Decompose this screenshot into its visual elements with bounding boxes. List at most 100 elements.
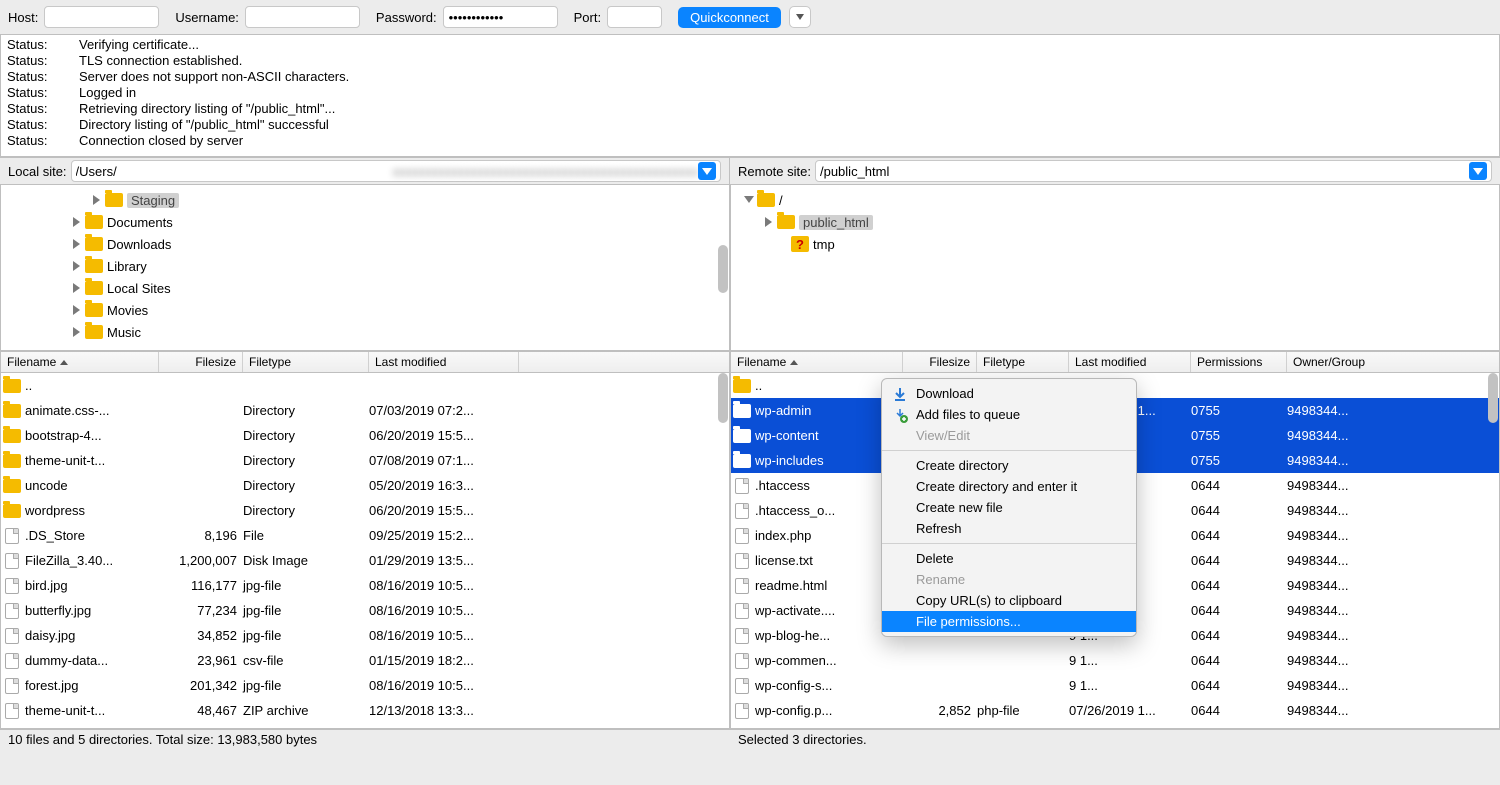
file-row[interactable]: wp-config-s...9 1...06449498344... bbox=[731, 673, 1499, 698]
remote-site-input[interactable] bbox=[820, 162, 1469, 180]
context-menu[interactable]: DownloadAdd files to queueView/EditCreat… bbox=[881, 378, 1137, 637]
message-log[interactable]: Status:Verifying certificate...Status:TL… bbox=[0, 35, 1500, 157]
disclosure-icon[interactable] bbox=[71, 216, 83, 228]
menu-item[interactable]: Download bbox=[882, 383, 1136, 404]
file-row[interactable]: wp-cron.php3,847php-file07/26/2019 1...0… bbox=[731, 723, 1499, 729]
tree-item[interactable]: Documents bbox=[1, 211, 729, 233]
menu-item[interactable]: Create new file bbox=[882, 497, 1136, 518]
disclosure-icon[interactable] bbox=[71, 238, 83, 250]
file-row[interactable]: .DS_Store8,196File09/25/2019 15:2... bbox=[1, 523, 729, 548]
tree-item[interactable]: Music bbox=[1, 321, 729, 343]
port-label: Port: bbox=[574, 10, 601, 25]
disclosure-icon[interactable] bbox=[763, 216, 775, 228]
file-row[interactable]: daisy.jpg34,852jpg-file08/16/2019 10:5..… bbox=[1, 623, 729, 648]
file-row[interactable]: butterfly.jpg77,234jpg-file08/16/2019 10… bbox=[1, 598, 729, 623]
file-row[interactable]: bird.jpg116,177jpg-file08/16/2019 10:5..… bbox=[1, 573, 729, 598]
local-site-input[interactable] bbox=[76, 162, 393, 180]
menu-label: Copy URL(s) to clipboard bbox=[916, 593, 1062, 608]
quickconnect-history-button[interactable] bbox=[789, 6, 811, 28]
file-row[interactable]: theme-unit-t...Directory07/08/2019 07:1.… bbox=[1, 448, 729, 473]
header-filetype[interactable]: Filetype bbox=[977, 352, 1069, 372]
tree-item[interactable]: Local Sites bbox=[1, 277, 729, 299]
password-input[interactable] bbox=[443, 6, 558, 28]
quickconnect-button[interactable]: Quickconnect bbox=[678, 7, 781, 28]
header-owner-group[interactable]: Owner/Group bbox=[1287, 352, 1499, 372]
menu-item[interactable]: Create directory bbox=[882, 455, 1136, 476]
file-row[interactable]: wp-commen...9 1...06449498344... bbox=[731, 648, 1499, 673]
remote-directory-tree[interactable]: / public_html?tmp bbox=[730, 185, 1500, 351]
log-message: Logged in bbox=[79, 85, 136, 101]
tree-item[interactable]: / bbox=[731, 189, 1499, 211]
remote-file-list[interactable]: ..wp-adminDirectory07/26/2019 1...075594… bbox=[730, 373, 1500, 729]
disclosure-icon[interactable] bbox=[777, 238, 789, 250]
tree-item[interactable]: public_html bbox=[731, 211, 1499, 233]
scrollbar[interactable] bbox=[718, 245, 728, 293]
header-filesize[interactable]: Filesize bbox=[903, 352, 977, 372]
port-input[interactable] bbox=[607, 6, 662, 28]
menu-item[interactable]: Refresh bbox=[882, 518, 1136, 539]
username-input[interactable] bbox=[245, 6, 360, 28]
host-input[interactable] bbox=[44, 6, 159, 28]
file-row[interactable]: forest.jpg201,342jpg-file08/16/2019 10:5… bbox=[1, 673, 729, 698]
header-filename[interactable]: Filename bbox=[731, 352, 903, 372]
disclosure-icon[interactable] bbox=[71, 326, 83, 338]
tree-item[interactable]: Library bbox=[1, 255, 729, 277]
file-icon bbox=[5, 578, 19, 594]
disclosure-icon[interactable] bbox=[743, 194, 755, 206]
disclosure-icon[interactable] bbox=[91, 194, 103, 206]
menu-item[interactable]: Create directory and enter it bbox=[882, 476, 1136, 497]
file-row[interactable]: wp-config.p...2,852php-file07/26/2019 1.… bbox=[731, 698, 1499, 723]
local-site-combo[interactable]: xxxxxxxxxxxxxxxxxxxxxxxxxxxxxxxxxxxxxxxx… bbox=[71, 160, 721, 182]
file-row[interactable]: dummy-data...23,961csv-file01/15/2019 18… bbox=[1, 648, 729, 673]
local-file-headers[interactable]: Filename Filesize Filetype Last modified bbox=[0, 351, 730, 373]
menu-item[interactable]: Delete bbox=[882, 548, 1136, 569]
header-filename[interactable]: Filename bbox=[1, 352, 159, 372]
tree-item[interactable]: Staging bbox=[1, 189, 729, 211]
log-entry: Status:Logged in bbox=[7, 85, 1493, 101]
menu-item[interactable]: Copy URL(s) to clipboard bbox=[882, 590, 1136, 611]
file-owner: 9498344... bbox=[1287, 478, 1387, 493]
file-row[interactable]: uncode.zip11,122,097ZIP archive05/20/201… bbox=[1, 723, 729, 729]
file-row[interactable]: FileZilla_3.40...1,200,007Disk Image01/2… bbox=[1, 548, 729, 573]
file-row[interactable]: uncodeDirectory05/20/2019 16:3... bbox=[1, 473, 729, 498]
menu-label: Delete bbox=[916, 551, 954, 566]
local-site-dropdown[interactable] bbox=[698, 162, 716, 180]
file-type: jpg-file bbox=[243, 578, 369, 593]
file-owner: 9498344... bbox=[1287, 553, 1387, 568]
header-last-modified[interactable]: Last modified bbox=[369, 352, 519, 372]
header-filesize[interactable]: Filesize bbox=[159, 352, 243, 372]
file-row[interactable]: wordpressDirectory06/20/2019 15:5... bbox=[1, 498, 729, 523]
remote-file-headers[interactable]: Filename Filesize Filetype Last modified… bbox=[730, 351, 1500, 373]
tree-label: / bbox=[779, 193, 783, 208]
file-owner: 9498344... bbox=[1287, 428, 1387, 443]
file-name: theme-unit-t... bbox=[23, 453, 159, 468]
file-owner: 9498344... bbox=[1287, 603, 1387, 618]
scrollbar[interactable] bbox=[1488, 373, 1498, 423]
local-directory-tree[interactable]: StagingDocumentsDownloads Library Local Si… bbox=[0, 185, 730, 351]
menu-separator bbox=[882, 450, 1136, 451]
header-last-modified[interactable]: Last modified bbox=[1069, 352, 1191, 372]
menu-item[interactable]: File permissions... bbox=[882, 611, 1136, 632]
header-permissions[interactable]: Permissions bbox=[1191, 352, 1287, 372]
file-row[interactable]: bootstrap-4...Directory06/20/2019 15:5..… bbox=[1, 423, 729, 448]
menu-item[interactable]: Add files to queue bbox=[882, 404, 1136, 425]
remote-site-dropdown[interactable] bbox=[1469, 162, 1487, 180]
file-row[interactable]: theme-unit-t...48,467ZIP archive12/13/20… bbox=[1, 698, 729, 723]
header-filetype[interactable]: Filetype bbox=[243, 352, 369, 372]
tree-item[interactable]: ?tmp bbox=[731, 233, 1499, 255]
disclosure-icon[interactable] bbox=[71, 260, 83, 272]
remote-site-combo[interactable] bbox=[815, 160, 1492, 182]
disclosure-icon[interactable] bbox=[71, 304, 83, 316]
menu-label: Create directory bbox=[916, 458, 1008, 473]
scrollbar[interactable] bbox=[718, 373, 728, 423]
local-status-bar: 10 files and 5 directories. Total size: … bbox=[0, 729, 730, 749]
tree-label: Movies bbox=[107, 303, 148, 318]
file-row[interactable]: .. bbox=[1, 373, 729, 398]
disclosure-icon[interactable] bbox=[71, 282, 83, 294]
file-row[interactable]: animate.css-...Directory07/03/2019 07:2.… bbox=[1, 398, 729, 423]
local-file-list[interactable]: ..animate.css-...Directory07/03/2019 07:… bbox=[0, 373, 730, 729]
file-modified: 05/20/2019 16:1... bbox=[369, 728, 519, 729]
tree-label: Library bbox=[107, 259, 147, 274]
tree-item[interactable]: Downloads bbox=[1, 233, 729, 255]
tree-item[interactable]: Movies bbox=[1, 299, 729, 321]
